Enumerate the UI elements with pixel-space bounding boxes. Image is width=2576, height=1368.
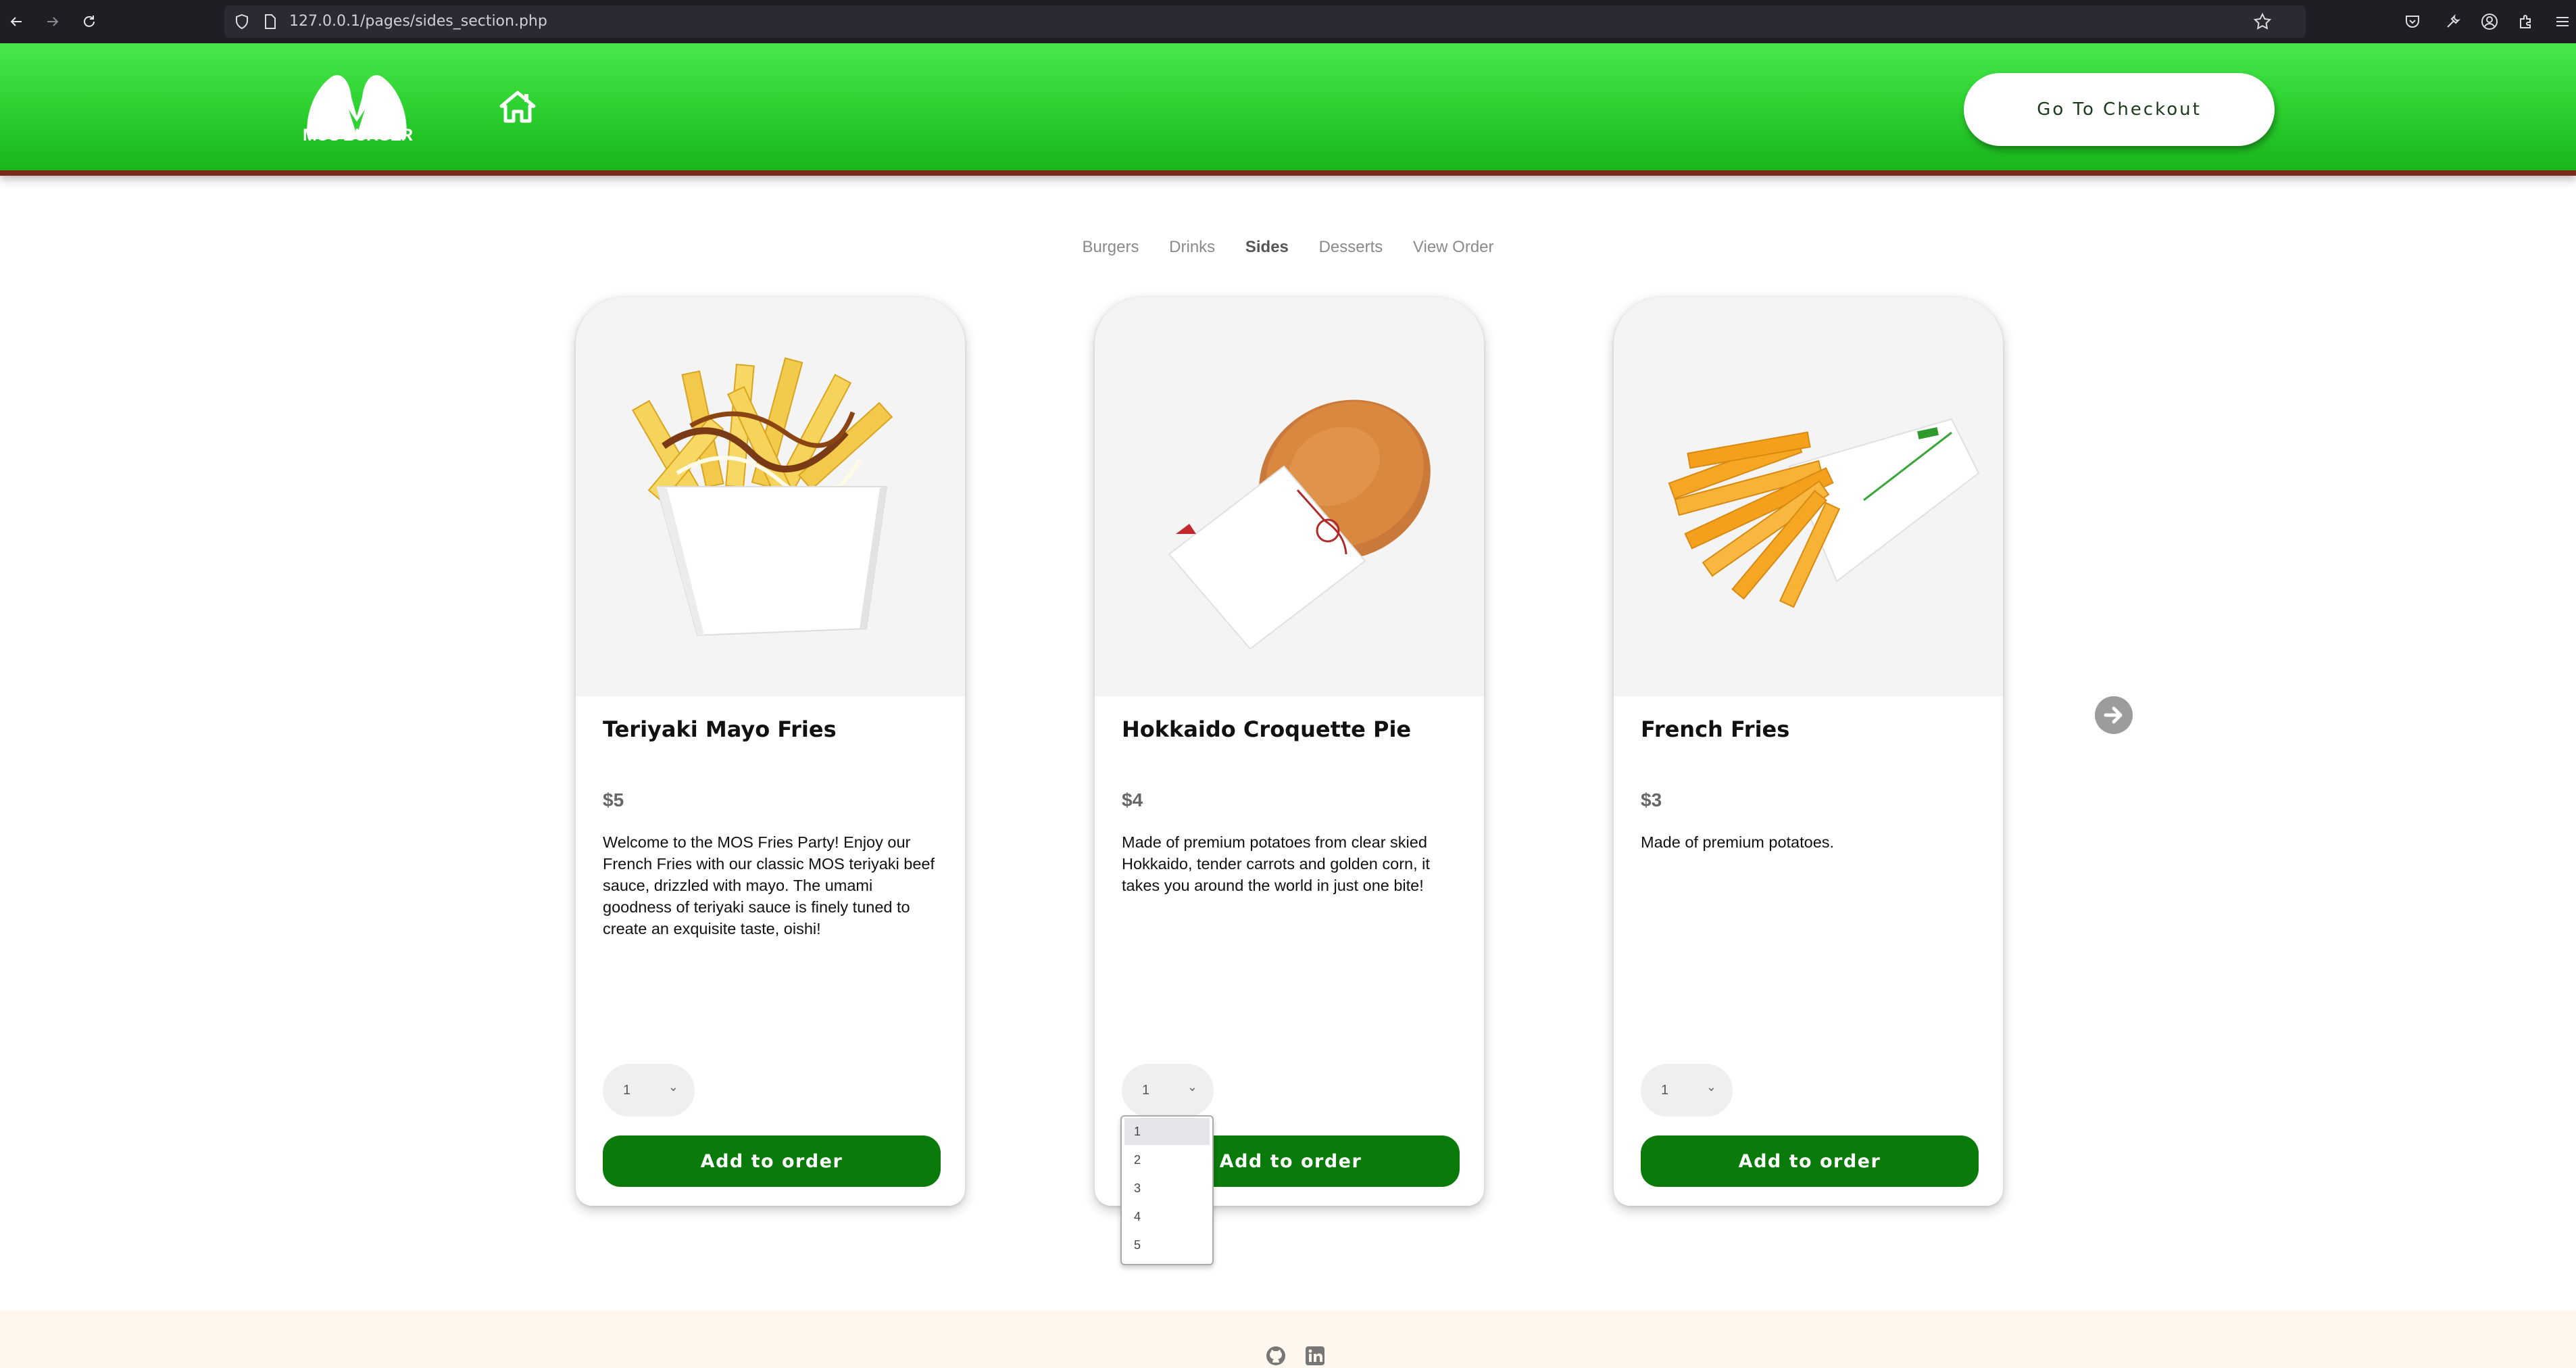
reload-icon[interactable] (76, 8, 103, 35)
menu-icon[interactable] (2549, 8, 2576, 35)
product-card: Teriyaki Mayo Fries $5 Welcome to the MO… (576, 297, 965, 1206)
product-description: Made of premium potatoes from clear skie… (1122, 833, 1430, 894)
bookmark-star-icon[interactable] (2249, 8, 2276, 35)
linkedin-icon[interactable] (1303, 1344, 1327, 1368)
product-description: Made of premium potatoes. (1641, 833, 1835, 851)
home-button[interactable] (497, 88, 538, 126)
chevron-down-icon: ⌄ (1187, 1080, 1197, 1094)
product-image (576, 297, 965, 696)
nav-item-view-order[interactable]: View Order (1413, 238, 1494, 256)
quantity-dropdown-list: 1 2 3 4 5 (1120, 1115, 1214, 1265)
github-icon[interactable] (1264, 1344, 1288, 1368)
nav-item-sides[interactable]: Sides (1245, 238, 1289, 256)
add-to-order-button[interactable]: Add to order (603, 1135, 941, 1187)
back-icon[interactable] (3, 8, 30, 35)
product-card: French Fries $3 Made of premium potatoes… (1614, 297, 2003, 1206)
next-page-button[interactable] (2095, 696, 2133, 734)
chevron-down-icon: ⌄ (668, 1080, 678, 1094)
url-text: 127.0.0.1/pages/sides_section.php (289, 13, 547, 30)
arrow-right-icon (2104, 706, 2123, 724)
product-price: $5 (603, 789, 624, 810)
nav-item-drinks[interactable]: Drinks (1169, 238, 1215, 256)
quantity-value: 1 (1661, 1083, 1669, 1098)
quantity-select[interactable]: 1 ⌄ (1122, 1064, 1214, 1117)
product-image (1095, 297, 1484, 696)
dropdown-option[interactable]: 4 (1124, 1203, 1210, 1230)
chevron-down-icon: ⌄ (1706, 1080, 1716, 1094)
product-description: Welcome to the MOS Fries Party! Enjoy ou… (603, 833, 935, 937)
account-icon[interactable] (2476, 8, 2503, 35)
product-price: $4 (1122, 789, 1143, 810)
dropdown-option[interactable]: 2 (1124, 1146, 1210, 1173)
extensions-icon[interactable] (2512, 8, 2540, 35)
dropdown-option[interactable]: 5 (1124, 1231, 1210, 1259)
nav-item-desserts[interactable]: Desserts (1319, 238, 1383, 256)
product-name: Teriyaki Mayo Fries (603, 716, 837, 742)
home-icon (499, 91, 536, 123)
browser-toolbar: 127.0.0.1/pages/sides_section.php (0, 0, 2576, 43)
tools-icon[interactable] (2439, 8, 2467, 35)
pocket-icon[interactable] (2399, 8, 2426, 35)
nav-item-burgers[interactable]: Burgers (1082, 238, 1139, 256)
forward-icon[interactable] (39, 8, 66, 35)
add-to-order-button[interactable]: Add to order (1641, 1135, 1979, 1187)
product-name: Hokkaido Croquette Pie (1122, 716, 1412, 742)
quantity-value: 1 (623, 1083, 631, 1098)
site-header: MOS BURGER Go To Checkout (0, 43, 2576, 176)
go-to-checkout-button[interactable]: Go To Checkout (1964, 73, 2275, 146)
product-card: Hokkaido Croquette Pie $4 Made of premiu… (1095, 297, 1484, 1206)
category-nav: Burgers Drinks Sides Desserts View Order (0, 238, 2576, 257)
quantity-select[interactable]: 1 ⌄ (1641, 1064, 1733, 1117)
dropdown-option[interactable]: 3 (1124, 1175, 1210, 1202)
quantity-select[interactable]: 1 ⌄ (603, 1064, 695, 1117)
product-price: $3 (1641, 789, 1662, 810)
logo-text: MOS BURGER (303, 126, 413, 145)
dropdown-option[interactable]: 1 (1124, 1118, 1210, 1145)
site-footer (0, 1310, 2576, 1368)
shield-icon[interactable] (228, 8, 255, 35)
quantity-value: 1 (1142, 1083, 1150, 1098)
product-image (1614, 297, 2003, 696)
product-name: French Fries (1641, 716, 1790, 742)
page-icon (257, 8, 284, 35)
